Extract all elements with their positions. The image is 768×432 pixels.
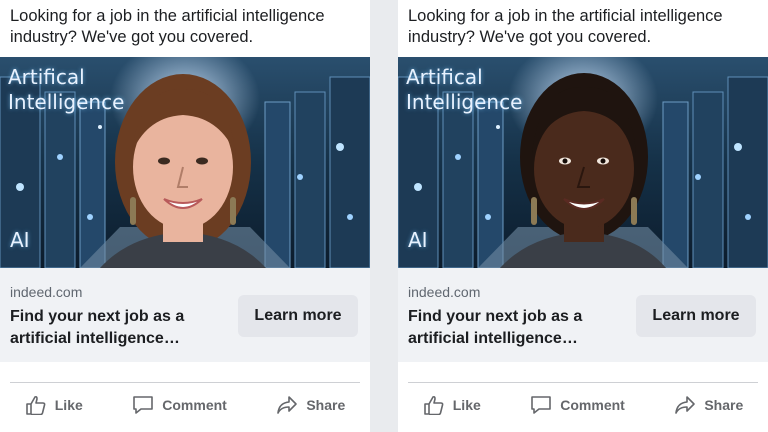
image-ai-badge: AI	[408, 228, 428, 252]
share-button[interactable]: Share	[674, 395, 743, 415]
like-label: Like	[54, 397, 83, 413]
image-title-overlay: Artifical Intelligence	[406, 65, 523, 114]
ad-card-right: Looking for a job in the artificial inte…	[398, 0, 768, 432]
link-preview-bar[interactable]: indeed.com Find your next job as a artif…	[398, 268, 768, 362]
ad-primary-text: Looking for a job in the artificial inte…	[408, 7, 723, 46]
image-ai-badge: AI	[10, 228, 30, 252]
image-title-overlay: Artifical Intelligence	[8, 65, 125, 114]
learn-more-button[interactable]: Learn more	[238, 295, 358, 337]
post-actions-bar: Like Comment Share	[0, 390, 370, 420]
comment-label: Comment	[162, 397, 227, 413]
learn-more-button[interactable]: Learn more	[636, 295, 756, 337]
ad-image[interactable]: Artifical Intelligence AI	[0, 57, 370, 268]
ad-card-left: Looking for a job in the artificial inte…	[0, 0, 370, 432]
divider	[10, 382, 360, 383]
link-domain: indeed.com	[10, 284, 83, 300]
like-button[interactable]: Like	[423, 395, 481, 415]
link-domain: indeed.com	[408, 284, 481, 300]
comment-button[interactable]: Comment	[530, 395, 625, 415]
ad-primary-text: Looking for a job in the artificial inte…	[10, 7, 325, 46]
ad-headline[interactable]: Find your next job as a artificial intel…	[10, 306, 220, 350]
thumbs-up-icon	[423, 395, 444, 415]
link-preview-bar[interactable]: indeed.com Find your next job as a artif…	[0, 268, 370, 362]
share-arrow-icon	[277, 396, 298, 414]
comment-bubble-icon	[531, 396, 552, 414]
post-actions-bar: Like Comment Share	[398, 390, 768, 420]
thumbs-up-icon	[25, 395, 46, 415]
comment-bubble-icon	[133, 396, 154, 414]
divider	[408, 382, 758, 383]
share-button[interactable]: Share	[276, 395, 345, 415]
comment-button[interactable]: Comment	[132, 395, 227, 415]
share-label: Share	[306, 397, 346, 413]
ad-image[interactable]: Artifical Intelligence AI	[398, 57, 768, 268]
comment-label: Comment	[560, 397, 625, 413]
share-label: Share	[704, 397, 744, 413]
like-button[interactable]: Like	[25, 395, 83, 415]
ad-headline[interactable]: Find your next job as a artificial intel…	[408, 306, 618, 350]
like-label: Like	[452, 397, 481, 413]
share-arrow-icon	[675, 396, 696, 414]
